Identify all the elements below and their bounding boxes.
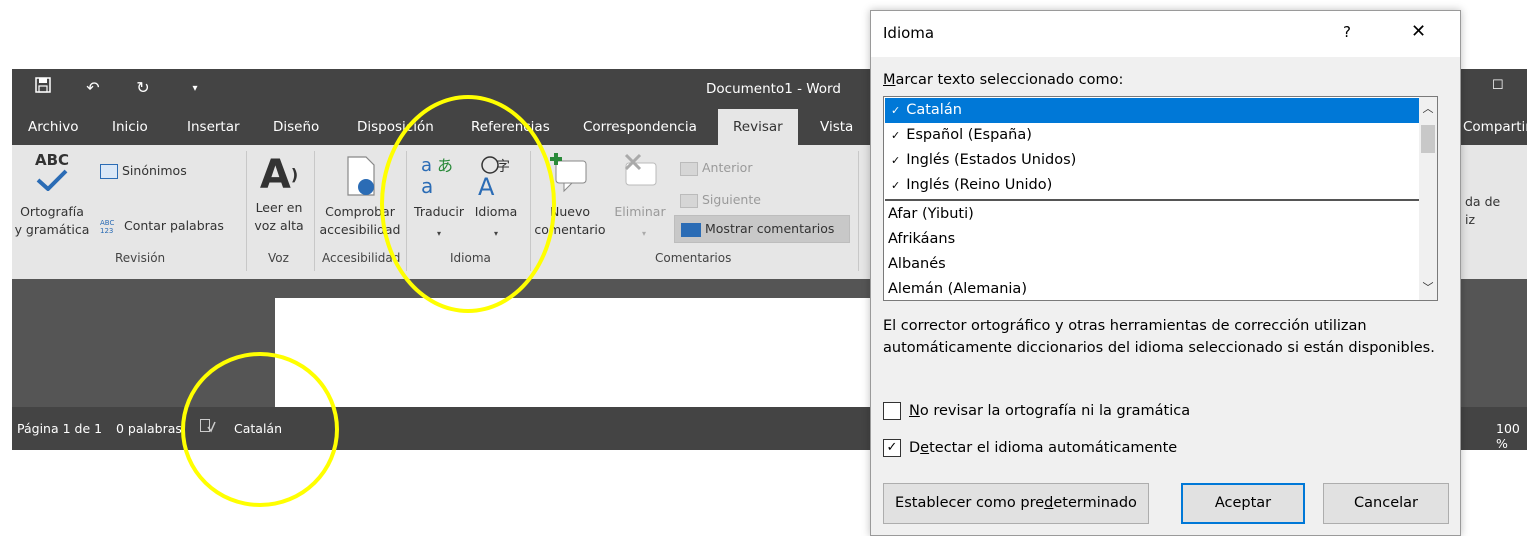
tab-vista[interactable]: Vista xyxy=(820,109,853,145)
read-aloud-button[interactable]: A) Leer en voz alta xyxy=(250,151,308,235)
next-comment-button[interactable]: Siguiente xyxy=(680,191,761,209)
partial-label-2: iz xyxy=(1465,212,1476,227)
status-page[interactable]: Página 1 de 1 xyxy=(17,421,102,436)
thesaurus-button[interactable]: Sinónimos xyxy=(100,162,187,180)
maximize-icon[interactable]: ☐ xyxy=(1492,77,1504,93)
spelling-button[interactable]: ABC Ortografía y gramática xyxy=(12,151,92,239)
previous-comment-label: Anterior xyxy=(702,160,753,175)
spelling-icon-text: ABC xyxy=(34,151,70,169)
dialog-title: Idioma xyxy=(883,24,935,42)
no-check-checkbox[interactable] xyxy=(883,402,901,420)
spell-check-icon: ✓ xyxy=(891,154,901,167)
help-button[interactable]: ? xyxy=(1343,23,1351,41)
document-page[interactable] xyxy=(275,298,875,408)
detect-language-checkbox[interactable]: ✓ xyxy=(883,439,901,457)
list-item-language[interactable]: Afar (Yibuti) xyxy=(885,202,1420,227)
scroll-down-icon[interactable]: ﹀ xyxy=(1419,278,1437,298)
tab-correspondencia[interactable]: Correspondencia xyxy=(583,109,697,145)
close-button[interactable]: ✕ xyxy=(1411,21,1426,42)
language-list[interactable]: ✓ Catalán ✓ Español (España) ✓ Inglés (Esta… xyxy=(883,96,1438,301)
ribbon-separator xyxy=(858,151,859,271)
ribbon-separator xyxy=(314,151,315,271)
list-item-language[interactable]: ✓ Inglés (Reino Unido) xyxy=(885,173,1420,198)
tab-revisar[interactable]: Revisar xyxy=(718,109,798,145)
highlight-circle xyxy=(380,95,556,313)
book-icon xyxy=(100,164,118,179)
word-count-icon: ABC 123 xyxy=(100,218,115,235)
customize-qat-icon[interactable]: ▾ xyxy=(182,77,208,101)
group-label-comments: Comentarios xyxy=(655,251,732,265)
list-item-language[interactable]: Alemán (Alemania) xyxy=(885,277,1420,300)
set-default-button[interactable]: Establecer como predeterminado xyxy=(883,483,1149,524)
thesaurus-label: Sinónimos xyxy=(122,163,187,178)
spell-check-icon: ✓ xyxy=(891,104,901,117)
tab-diseno[interactable]: Diseño xyxy=(273,109,319,145)
previous-comment-button[interactable]: Anterior xyxy=(680,159,752,177)
status-words[interactable]: 0 palabras xyxy=(116,421,182,436)
delete-comment-label: Eliminar xyxy=(614,204,666,219)
no-check-label: No revisar la ortografía ni la gramática xyxy=(909,403,1191,419)
spell-check-icon: ✓ xyxy=(891,179,901,192)
language-dialog: Idioma ? ✕ Marcar texto seleccionado com… xyxy=(870,10,1461,536)
spell-check-icon: ✓ xyxy=(891,129,901,142)
tab-inicio[interactable]: Inicio xyxy=(112,109,148,145)
ribbon-separator xyxy=(246,151,247,271)
spelling-label-1: Ortografía xyxy=(20,204,84,219)
chevron-down-icon: ▾ xyxy=(642,229,647,238)
partial-label-1: da de xyxy=(1465,194,1501,209)
group-label-voz: Voz xyxy=(268,251,289,265)
read-aloud-icon: A) xyxy=(259,152,299,198)
scroll-up-icon[interactable]: ︿ xyxy=(1419,99,1437,119)
checkmark-icon xyxy=(12,169,92,193)
dialog-info-text: El corrector ortográfico y otras herrami… xyxy=(883,318,1435,356)
redo-icon[interactable]: ↻ xyxy=(130,77,156,101)
share-button[interactable]: Compartir xyxy=(1463,109,1527,145)
list-item-language[interactable]: ✓ Inglés (Estados Unidos) xyxy=(885,148,1420,173)
next-comment-label: Siguiente xyxy=(702,192,761,207)
word-count-label: Contar palabras xyxy=(124,218,224,233)
next-comment-icon xyxy=(680,193,698,208)
tab-archivo[interactable]: Archivo xyxy=(28,109,78,145)
save-icon[interactable] xyxy=(30,77,56,101)
detect-language-option[interactable]: ✓ Detectar el idioma automáticamente xyxy=(883,439,1177,457)
scroll-thumb[interactable] xyxy=(1421,125,1435,153)
show-comments-icon xyxy=(681,222,701,237)
status-zoom[interactable]: 100 % xyxy=(1496,421,1527,451)
tab-insertar[interactable]: Insertar xyxy=(187,109,240,145)
word-count-button[interactable]: ABC 123 Contar palabras xyxy=(100,217,224,235)
delete-comment-button[interactable]: Eliminar xyxy=(612,151,668,221)
undo-icon[interactable]: ↶ xyxy=(80,77,106,101)
no-check-option[interactable]: No revisar la ortografía ni la gramática xyxy=(883,402,1190,420)
dialog-title-bar: Idioma ? ✕ xyxy=(871,11,1460,57)
read-aloud-label-2: voz alta xyxy=(254,218,304,233)
highlight-circle xyxy=(181,352,339,507)
list-item-language[interactable]: ✓ Catalán xyxy=(885,98,1420,123)
group-label-revision: Revisión xyxy=(115,251,166,265)
list-item-language[interactable]: Afrikáans xyxy=(885,227,1420,252)
accept-button[interactable]: Aceptar xyxy=(1181,483,1305,524)
delete-comment-icon xyxy=(612,151,668,203)
partial-ribbon-button[interactable]: da de iz xyxy=(1465,193,1500,229)
list-divider xyxy=(885,199,1420,201)
mark-text-label: Marcar texto seleccionado como: xyxy=(883,72,1124,88)
list-scrollbar[interactable]: ︿ ﹀ xyxy=(1419,97,1437,300)
read-aloud-label-1: Leer en xyxy=(255,200,303,215)
detect-language-label: Detectar el idioma automáticamente xyxy=(909,440,1178,456)
show-comments-label: Mostrar comentarios xyxy=(705,221,835,236)
show-comments-button[interactable]: Mostrar comentarios xyxy=(674,215,850,243)
spelling-label-2: y gramática xyxy=(14,222,90,237)
list-item-language[interactable]: Albanés xyxy=(885,252,1420,277)
cancel-button[interactable]: Cancelar xyxy=(1323,483,1449,524)
previous-comment-icon xyxy=(680,161,698,176)
list-item-language[interactable]: ✓ Español (España) xyxy=(885,123,1420,148)
window-title: Documento1 - Word xyxy=(706,81,841,97)
